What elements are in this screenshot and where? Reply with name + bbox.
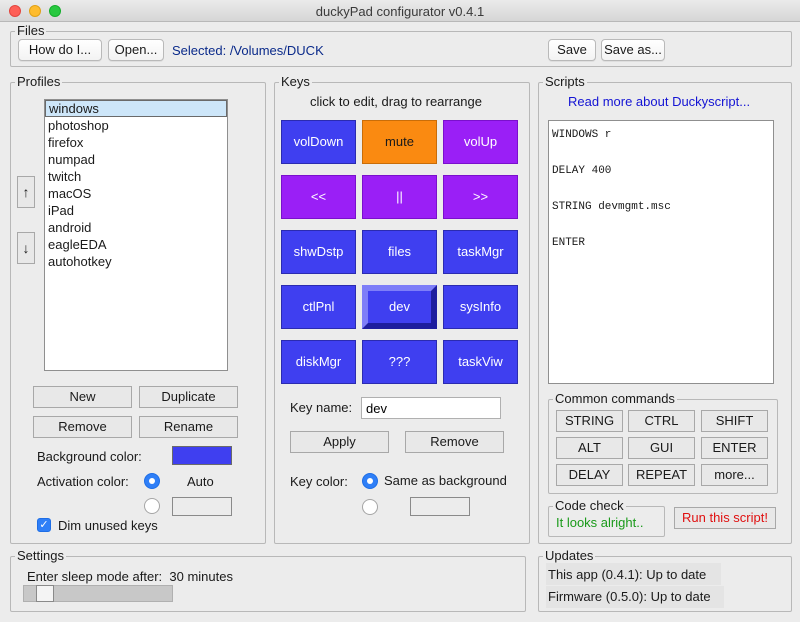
firmware-update-status: Firmware (0.5.0): Up to date [548, 589, 711, 604]
up-arrow-icon: ↑ [22, 184, 30, 200]
key-next[interactable]: >> [443, 175, 518, 219]
cmd-gui-button[interactable]: GUI [628, 437, 695, 459]
cmd-shift-button[interactable]: SHIFT [701, 410, 768, 432]
script-line: ENTER [552, 237, 586, 249]
app-update-status: This app (0.4.1): Up to date [548, 567, 707, 582]
move-profile-down-button[interactable]: ↓ [17, 232, 35, 264]
keys-group-label: Keys [279, 74, 312, 90]
key-ctlPnl[interactable]: ctlPnl [281, 285, 356, 329]
rename-profile-button[interactable]: Rename [139, 416, 238, 438]
key-volDown[interactable]: volDown [281, 120, 356, 164]
dim-unused-keys-label: Dim unused keys [58, 518, 158, 533]
key-diskMgr[interactable]: diskMgr [281, 340, 356, 384]
activation-custom-radio[interactable] [144, 498, 160, 514]
new-profile-button[interactable]: New [33, 386, 132, 408]
key-shwDstp[interactable]: shwDstp [281, 230, 356, 274]
code-check-status: It looks alright.. [556, 515, 644, 530]
script-line: WINDOWS r [552, 129, 612, 141]
down-arrow-icon: ↓ [22, 240, 30, 256]
key-files[interactable]: files [362, 230, 437, 274]
profile-item[interactable]: twitch [45, 168, 227, 185]
key-volUp[interactable]: volUp [443, 120, 518, 164]
script-editor[interactable]: WINDOWS r DELAY 400 STRING devmgmt.msc E… [548, 120, 774, 384]
key-color-swatch[interactable] [410, 497, 470, 516]
scripts-group-label: Scripts [543, 74, 587, 90]
profile-item[interactable]: windows [45, 100, 227, 117]
activation-color-label: Activation color: [37, 474, 129, 489]
key-color-same-label: Same as background [384, 473, 507, 488]
profile-item[interactable]: numpad [45, 151, 227, 168]
run-script-button[interactable]: Run this script! [674, 507, 776, 529]
cmd-ctrl-button[interactable]: CTRL [628, 410, 695, 432]
updates-group-label: Updates [543, 548, 596, 564]
save-button[interactable]: Save [548, 39, 596, 61]
move-profile-up-button[interactable]: ↑ [17, 176, 35, 208]
key-taskMgr[interactable]: taskMgr [443, 230, 518, 274]
remove-profile-button[interactable]: Remove [33, 416, 132, 438]
cmd-repeat-button[interactable]: REPEAT [628, 464, 695, 486]
cmd-alt-button[interactable]: ALT [556, 437, 623, 459]
profiles-group-label: Profiles [15, 74, 63, 90]
cmd-string-button[interactable]: STRING [556, 410, 623, 432]
background-color-swatch[interactable] [172, 446, 232, 465]
activation-auto-label: Auto [187, 474, 214, 489]
profile-item[interactable]: firefox [45, 134, 227, 151]
keys-hint-text: click to edit, drag to rearrange [310, 94, 482, 109]
key-name-label: Key name: [290, 400, 353, 415]
background-color-label: Background color: [37, 449, 142, 464]
key-color-same-radio[interactable] [362, 473, 378, 489]
cmd-more-button[interactable]: more... [701, 464, 768, 486]
activation-auto-radio[interactable] [144, 473, 160, 489]
code-check-label: Code check [553, 498, 626, 514]
script-line [552, 144, 770, 162]
duplicate-profile-button[interactable]: Duplicate [139, 386, 238, 408]
title-bar: duckyPad configurator v0.4.1 [0, 0, 800, 22]
key-mute[interactable]: mute [362, 120, 437, 164]
duckyscript-help-link[interactable]: Read more about Duckyscript... [568, 94, 750, 110]
common-commands-label: Common commands [553, 391, 677, 407]
key-unknown[interactable]: ??? [362, 340, 437, 384]
activation-color-swatch[interactable] [172, 497, 232, 516]
key-color-label: Key color: [290, 474, 348, 489]
profile-item[interactable]: eagleEDA [45, 236, 227, 253]
profile-item[interactable]: autohotkey [45, 253, 227, 270]
profile-item[interactable]: android [45, 219, 227, 236]
open-button[interactable]: Open... [108, 39, 164, 61]
cmd-enter-button[interactable]: ENTER [701, 437, 768, 459]
key-pause[interactable]: || [362, 175, 437, 219]
window-title: duckyPad configurator v0.4.1 [315, 4, 485, 19]
remove-key-button[interactable]: Remove [405, 431, 504, 453]
script-line: DELAY 400 [552, 165, 612, 177]
key-prev[interactable]: << [281, 175, 356, 219]
key-color-custom-radio[interactable] [362, 499, 378, 515]
script-line [552, 216, 770, 234]
settings-group-label: Settings [15, 548, 66, 564]
dim-unused-keys-checkbox[interactable]: ✓ [37, 518, 51, 532]
script-line [552, 180, 770, 198]
key-dev-selected[interactable]: dev [362, 285, 437, 329]
script-line: STRING devmgmt.msc [552, 201, 671, 213]
sleep-mode-slider[interactable] [23, 585, 173, 602]
apply-key-button[interactable]: Apply [290, 431, 389, 453]
profile-item[interactable]: photoshop [45, 117, 227, 134]
profile-item[interactable]: iPad [45, 202, 227, 219]
sleep-mode-value: 30 minutes [169, 569, 233, 584]
key-name-input[interactable] [361, 397, 501, 419]
profile-item[interactable]: macOS [45, 185, 227, 202]
profiles-list[interactable]: windows photoshop firefox numpad twitch … [44, 99, 228, 371]
cmd-delay-button[interactable]: DELAY [556, 464, 623, 486]
selected-path-text: Selected: /Volumes/DUCK [172, 43, 324, 58]
how-do-i-button[interactable]: How do I... [18, 39, 102, 61]
sleep-mode-label: Enter sleep mode after: 30 minutes [27, 569, 233, 585]
sleep-mode-text: Enter sleep mode after: [27, 569, 163, 584]
key-sysInfo[interactable]: sysInfo [443, 285, 518, 329]
files-group-label: Files [15, 23, 47, 39]
sleep-mode-slider-thumb[interactable] [36, 585, 54, 602]
key-taskViw[interactable]: taskViw [443, 340, 518, 384]
save-as-button[interactable]: Save as... [601, 39, 665, 61]
